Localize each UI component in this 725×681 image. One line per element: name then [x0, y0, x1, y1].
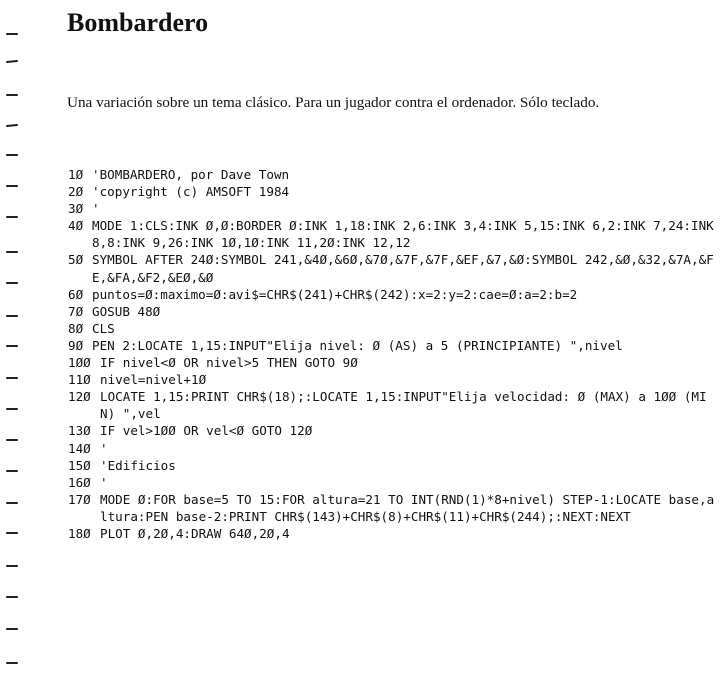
code-line: 17Ø MODE Ø:FOR base=5 TO 15:FOR altura=21… — [68, 491, 718, 525]
page-title: Bombardero — [67, 8, 209, 37]
code-text: ' — [100, 440, 108, 456]
code-line: 14Ø ' — [68, 440, 718, 457]
code-text: ' — [100, 474, 108, 490]
line-number: 4Ø — [68, 218, 84, 234]
line-number: 7Ø — [68, 303, 84, 319]
code-text: MODE 1:CLS:INK Ø,Ø:BORDER Ø:INK 1,18:INK… — [92, 218, 722, 251]
code-text: SYMBOL AFTER 24Ø:SYMBOL 241,&4Ø,&6Ø,&7Ø,… — [92, 252, 714, 285]
intro-paragraph: Una variación sobre un tema clásico. Par… — [67, 94, 600, 111]
line-number: 3Ø — [68, 201, 84, 217]
code-line: 9Ø PEN 2:LOCATE 1,15:INPUT"Elija nivel: Ø… — [68, 337, 718, 354]
code-text: 'Edificios — [100, 457, 176, 473]
line-number: 17Ø — [68, 491, 91, 507]
line-number: 15Ø — [68, 457, 91, 473]
line-number: 1ØØ — [68, 355, 91, 371]
code-text: ' — [92, 201, 100, 217]
code-line: 3Ø ' — [68, 200, 718, 217]
code-text: MODE Ø:FOR base=5 TO 15:FOR altura=21 TO… — [100, 491, 715, 524]
code-text: IF vel>1ØØ OR vel<Ø GOTO 12Ø — [100, 423, 313, 439]
code-line: 18Ø PLOT Ø,2Ø,4:DRAW 64Ø,2Ø,4 — [68, 525, 718, 542]
code-text: 'BOMBARDERO, por Dave Town — [92, 167, 290, 182]
code-text: puntos=Ø:maximo=Ø:avi$=CHR$(241)+CHR$(24… — [92, 286, 578, 302]
line-number: 11Ø — [68, 372, 91, 388]
line-number: 1Ø — [68, 167, 84, 182]
code-line: 5Ø SYMBOL AFTER 24Ø:SYMBOL 241,&4Ø,&6Ø,&7… — [68, 251, 718, 285]
code-text: nivel=nivel+1Ø — [100, 372, 207, 388]
code-text: GOSUB 48Ø — [92, 303, 161, 319]
code-text: CLS — [92, 320, 115, 336]
code-line: 1Ø 'BOMBARDERO, por Dave Town — [68, 166, 718, 183]
line-number: 2Ø — [68, 184, 84, 200]
line-number: 18Ø — [68, 525, 91, 541]
line-number: 16Ø — [68, 474, 91, 490]
code-line: 4Ø MODE 1:CLS:INK Ø,Ø:BORDER Ø:INK 1,18:I… — [68, 217, 718, 251]
binding-margin-marks — [0, 0, 30, 681]
line-number: 14Ø — [68, 440, 91, 456]
code-line: 16Ø ' — [68, 474, 718, 491]
code-line: 7Ø GOSUB 48Ø — [68, 303, 718, 320]
code-line: 12Ø LOCATE 1,15:PRINT CHR$(18);:LOCATE 1,… — [68, 388, 718, 422]
code-line: 6Ø puntos=Ø:maximo=Ø:avi$=CHR$(241)+CHR$(… — [68, 286, 718, 303]
line-number: 8Ø — [68, 320, 84, 336]
code-text: 'copyright (c) AMSOFT 1984 — [92, 184, 290, 200]
code-text: LOCATE 1,15:PRINT CHR$(18);:LOCATE 1,15:… — [100, 389, 707, 422]
code-line: 2Ø 'copyright (c) AMSOFT 1984 — [68, 183, 718, 200]
line-number: 12Ø — [68, 389, 91, 405]
line-number: 9Ø — [68, 337, 84, 353]
code-line: 1ØØ IF nivel<Ø OR nivel>5 THEN GOTO 9Ø — [68, 354, 718, 371]
code-text: IF nivel<Ø OR nivel>5 THEN GOTO 9Ø — [100, 355, 358, 371]
code-text: PLOT Ø,2Ø,4:DRAW 64Ø,2Ø,4 — [100, 525, 290, 541]
code-line: 8Ø CLS — [68, 320, 718, 337]
line-number: 5Ø — [68, 252, 84, 268]
line-number: 13Ø — [68, 423, 91, 439]
code-text: PEN 2:LOCATE 1,15:INPUT"Elija nivel: Ø (… — [92, 337, 623, 353]
code-line: 15Ø 'Edificios — [68, 457, 718, 474]
code-line: 11Ø nivel=nivel+1Ø — [68, 371, 718, 388]
code-line: 13Ø IF vel>1ØØ OR vel<Ø GOTO 12Ø — [68, 422, 718, 439]
margin-tick-marks — [6, 33, 18, 664]
line-number: 6Ø — [68, 286, 84, 302]
program-listing: 1Ø 'BOMBARDERO, por Dave Town 2Ø 'copyright… — [68, 166, 718, 542]
